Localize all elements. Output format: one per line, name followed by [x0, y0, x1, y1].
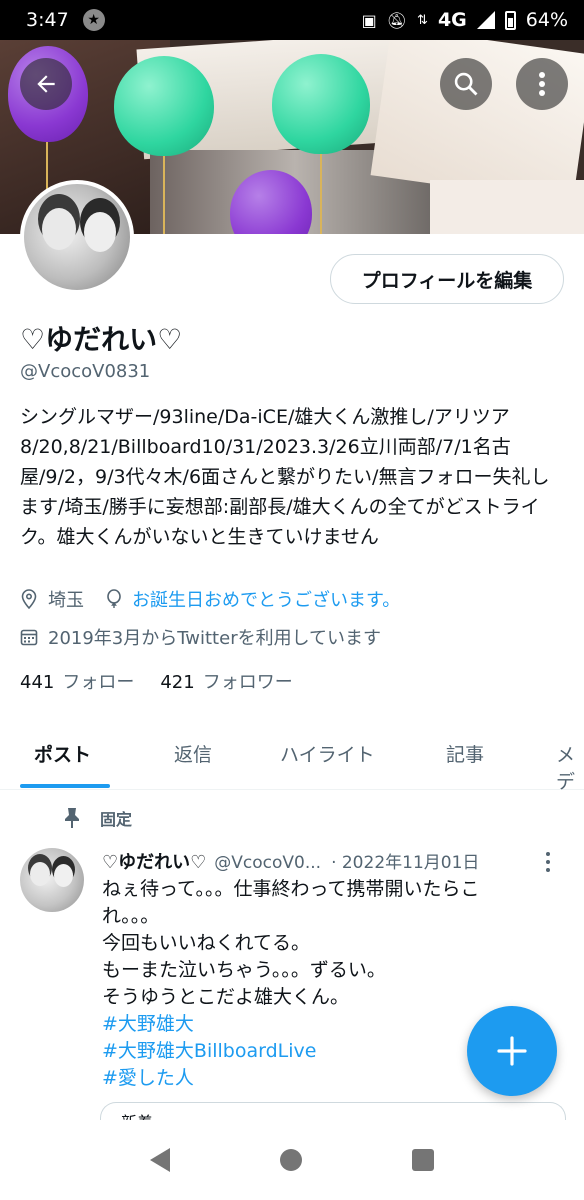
- tab-highlights[interactable]: ハイライト: [280, 740, 375, 767]
- post-text-line: ねぇ待って。。。仕事終わって携帯開いたらこ: [102, 878, 480, 900]
- balloon-decoration: [114, 56, 214, 156]
- post-author-avatar[interactable]: [20, 848, 84, 912]
- profile-birthday-link[interactable]: お誕生日おめでとうございます。: [132, 586, 400, 612]
- post-author-name[interactable]: ♡ゆだれい♡: [102, 848, 206, 874]
- post-date[interactable]: · 2022年11月01日: [331, 848, 479, 873]
- post-more-icon[interactable]: [546, 852, 550, 872]
- back-button[interactable]: [20, 58, 72, 110]
- display-name: ♡ゆだれい♡: [20, 323, 183, 356]
- active-tab-indicator: [20, 784, 110, 788]
- followers-label: フォロワー: [202, 672, 293, 693]
- arrow-left-icon: [37, 75, 55, 93]
- more-vertical-icon: [539, 72, 545, 96]
- profile-tabs: ポスト 返信 ハイライト 記事 メデ: [0, 718, 584, 793]
- notification-star-icon: ★: [82, 9, 105, 31]
- post-text-line: もーまた泣いちゃう。。。ずるい。: [102, 959, 386, 981]
- nav-home-icon[interactable]: [280, 1149, 302, 1171]
- pinned-label: 固定: [100, 810, 133, 829]
- tab-replies[interactable]: 返信: [174, 740, 212, 767]
- following-label: フォロー: [62, 672, 135, 693]
- compose-button[interactable]: [467, 1006, 557, 1096]
- search-button[interactable]: [440, 58, 492, 110]
- location-pin-icon: [20, 589, 38, 609]
- profile-location: 埼玉: [48, 590, 84, 611]
- edit-profile-button[interactable]: プロフィールを編集: [330, 254, 564, 304]
- balloon-string: [320, 150, 322, 234]
- battery-level: 64%: [525, 9, 568, 31]
- signal-icon: [476, 11, 495, 29]
- post-text-line: れ。。。: [102, 905, 160, 927]
- system-navigation-bar: [0, 1120, 584, 1200]
- post-author-handle[interactable]: @VcocoV0...: [214, 853, 321, 873]
- follow-stats: 441 フォロー 421 フォロワー: [20, 668, 293, 694]
- post-header: ♡ゆだれい♡ @VcocoV0... · 2022年11月01日: [102, 848, 542, 874]
- followers-count: 421: [160, 672, 195, 693]
- post-text-line: 今回もいいねくれてる。: [102, 932, 311, 954]
- more-options-button[interactable]: [516, 58, 568, 110]
- plus-icon: [497, 1036, 527, 1066]
- status-icons: ▣ 🔕︎ ⇅ 4G 64%: [362, 9, 568, 31]
- profile-avatar[interactable]: [20, 180, 134, 294]
- profile-meta-row: 埼玉 お誕生日おめでとうございます。: [20, 586, 400, 612]
- tab-articles[interactable]: 記事: [446, 740, 484, 767]
- followers-link[interactable]: 421 フォロワー: [160, 668, 292, 694]
- avatar-photo: [54, 864, 73, 887]
- profile-joined-row: 2019年3月からTwitterを利用しています: [20, 624, 381, 650]
- data-arrows-icon: ⇅: [417, 12, 428, 28]
- nfc-icon: ▣: [361, 10, 377, 30]
- tab-media[interactable]: メデ: [556, 740, 584, 794]
- profile-joined-date: 2019年3月からTwitterを利用しています: [48, 628, 382, 649]
- balloon-string: [163, 152, 165, 234]
- avatar-photo: [84, 212, 116, 252]
- mute-icon: 🔕︎: [386, 10, 408, 30]
- calendar-icon: [20, 628, 38, 646]
- pin-icon: [65, 808, 79, 828]
- search-icon: [454, 72, 478, 96]
- battery-icon: [504, 10, 516, 30]
- tab-posts[interactable]: ポスト: [34, 740, 91, 767]
- following-link[interactable]: 441 フォロー: [20, 668, 134, 694]
- user-handle: @VcocoV0831: [20, 361, 151, 382]
- status-time: 3:47: [26, 9, 69, 31]
- balloon-icon: [106, 589, 122, 609]
- nav-back-icon[interactable]: [150, 1148, 170, 1172]
- post-text-line: そうゆうとこだよ雄大くん。: [102, 986, 350, 1008]
- avatar-photo: [30, 862, 50, 886]
- balloon-decoration: [272, 54, 370, 154]
- network-type: 4G: [437, 9, 467, 31]
- profile-bio: シングルマザー/93line/Da-iCE/雄大くん激推し/アリツア8/20,8…: [20, 406, 550, 548]
- banner-photo: [430, 180, 584, 234]
- status-bar: 3:47 ★ ▣ 🔕︎ ⇅ 4G 64%: [0, 0, 584, 40]
- nav-recents-icon[interactable]: [412, 1149, 434, 1171]
- following-count: 441: [20, 672, 55, 693]
- avatar-photo: [42, 208, 76, 250]
- pinned-indicator: 固定: [62, 806, 132, 830]
